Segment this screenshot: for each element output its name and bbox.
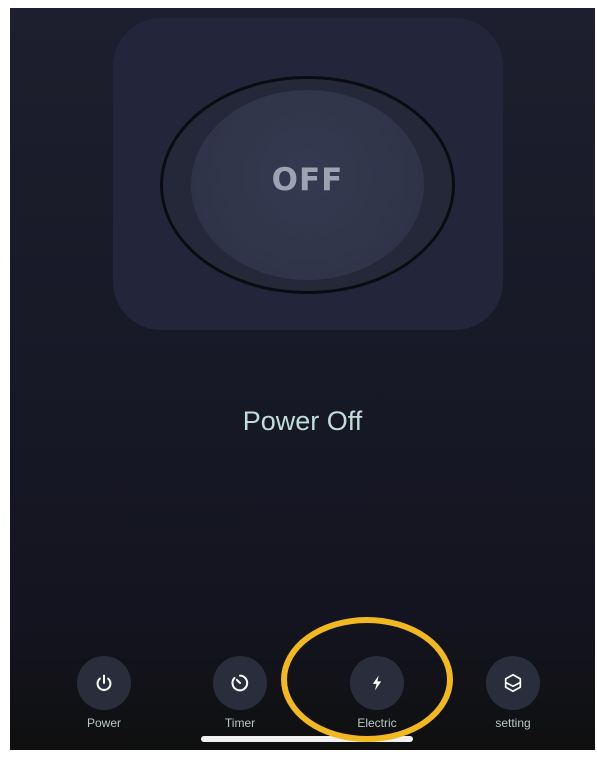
tab-power-label: Power xyxy=(86,716,121,730)
tab-electric-button[interactable] xyxy=(350,656,404,710)
tab-setting-label: setting xyxy=(495,716,531,730)
lightning-icon xyxy=(372,675,382,691)
tab-electric[interactable]: Electric xyxy=(332,656,422,730)
power-icon xyxy=(96,674,112,691)
tab-timer-label: Timer xyxy=(224,716,256,730)
cube-icon xyxy=(504,673,522,693)
home-indicator[interactable] xyxy=(201,736,413,742)
power-toggle-label: OFF xyxy=(271,162,344,198)
tab-power[interactable]: Power xyxy=(59,656,149,730)
power-toggle-button[interactable]: OFF xyxy=(191,90,424,280)
tab-electric-label: Electric xyxy=(357,716,397,730)
tab-setting[interactable]: setting xyxy=(468,656,558,730)
power-status-text: Power Off xyxy=(242,406,363,436)
timer-icon xyxy=(231,674,249,692)
app-screen: OFF Power Off Power Timer Electric setti… xyxy=(10,8,595,750)
tab-timer-button[interactable] xyxy=(213,656,267,710)
tab-timer[interactable]: Timer xyxy=(195,656,285,730)
tab-setting-button[interactable] xyxy=(486,656,540,710)
tab-power-button[interactable] xyxy=(77,656,131,710)
